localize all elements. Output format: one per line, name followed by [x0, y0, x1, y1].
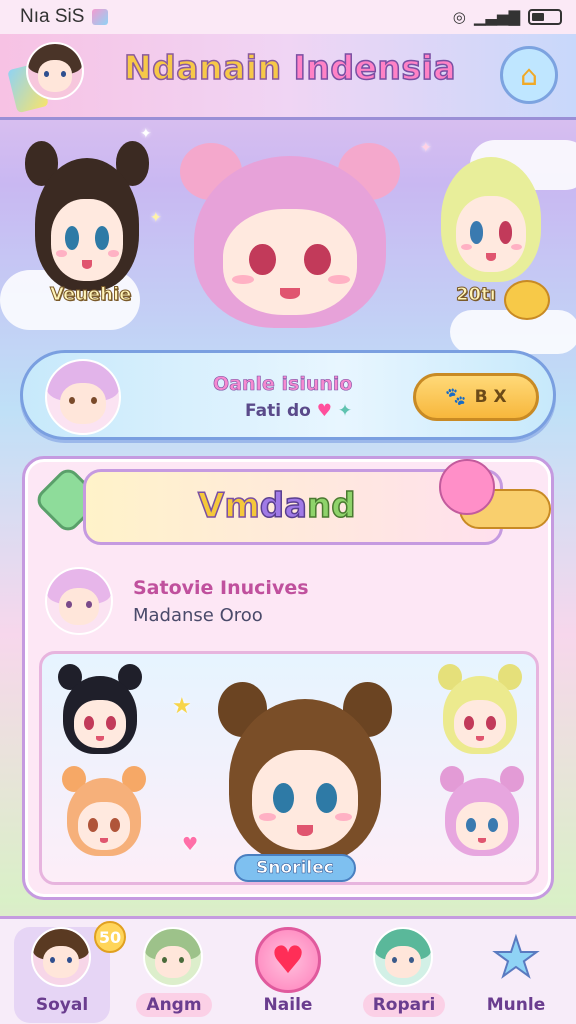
star-icon: ★ [491, 926, 541, 989]
event-banner[interactable]: Oanle isiunio Fati do ♥ ✦ 🐾 B X [20, 350, 556, 440]
banner-action-button[interactable]: 🐾 B X [413, 373, 539, 421]
app-title: Ndanain Indensia [123, 47, 457, 88]
left-character-name: Veuehie [49, 284, 132, 306]
wifi-icon: ◎ [452, 8, 466, 26]
nav-soyal-label: Soyal [35, 995, 89, 1015]
hero-section: ✦ ✦ ✦ Veuehie 20tı [0, 120, 576, 354]
character-center[interactable] [170, 130, 410, 350]
profile-row[interactable]: Satovie Inucives Madanse Oroo [41, 567, 541, 639]
nav-ropari-label: Ropari [362, 993, 446, 1017]
character-right[interactable] [428, 138, 554, 298]
signal-icon: ▁▃▅▇ [473, 8, 520, 26]
app-notification-icon [92, 9, 109, 25]
heart-icon: ♥ [255, 927, 321, 993]
bottom-nav: Soyal 50 Angm ♥ Naile Ropari ★ Munle [0, 916, 576, 1024]
banner-subtitle: Fati do ♥ ✦ [245, 401, 352, 421]
status-bar: Nıa SiS ◎ ▁▃▅▇ [0, 0, 576, 34]
nav-angm-avatar-icon [143, 927, 203, 987]
grid-character-orange-hair[interactable] [58, 766, 150, 866]
banner-avatar [45, 359, 121, 435]
grid-character-pink-hair[interactable] [436, 766, 528, 866]
nav-item-ropari[interactable]: Ropari [356, 927, 452, 1023]
main-panel: Vmdand Satovie Inucives Madanse Oroo Sno… [22, 456, 554, 900]
grid-character-blonde[interactable] [434, 664, 526, 764]
bunny-mascot [435, 453, 559, 543]
character-left[interactable] [22, 138, 152, 308]
profile-avatar [45, 567, 113, 635]
status-left-text: Nıa SiS [20, 6, 85, 27]
nav-item-soyal[interactable]: Soyal 50 [14, 921, 126, 1023]
home-icon: ⌂ [520, 58, 538, 92]
nav-munle-label: Munle [486, 995, 546, 1015]
nav-naile-label: Naile [263, 995, 313, 1015]
battery-icon [528, 9, 562, 25]
right-character-name: 20tı [456, 284, 497, 306]
logo-avatar [26, 42, 84, 100]
app-header: Ndanain Indensia ⌂ [0, 34, 576, 120]
banner-subtitle-text: Fati do [245, 401, 311, 421]
banner-button-label: B X [474, 387, 507, 407]
bear-sticker-icon [504, 280, 550, 320]
nav-item-angm[interactable]: Angm [126, 927, 222, 1023]
star-icon: ★ [172, 694, 192, 719]
sparkle-icon: ✦ [337, 401, 353, 421]
grid-character-black-hair[interactable] [54, 664, 146, 764]
banner-title: Oanle isiunio [213, 373, 353, 396]
profile-name: Satovie Inucives [133, 577, 309, 599]
character-grid: Snorilec ★ ♥ [39, 651, 539, 885]
home-button[interactable]: ⌂ [500, 46, 558, 104]
profile-subtitle: Madanse Oroo [133, 605, 263, 626]
nav-item-naile[interactable]: ♥ Naile [240, 927, 336, 1023]
small-heart-icon: ♥ [182, 834, 199, 855]
cat-icon: 🐾 [445, 387, 467, 407]
nav-ropari-avatar-icon [373, 927, 433, 987]
notification-badge: 50 [94, 921, 126, 953]
title-part-1: Ndanain [123, 47, 282, 88]
nav-soyal-avatar-icon [31, 927, 91, 987]
title-part-2: Indensia [293, 47, 457, 88]
nav-angm-label: Angm [136, 993, 212, 1017]
heart-icon: ♥ [316, 401, 332, 421]
featured-label: Snorilec [234, 854, 356, 882]
nav-item-munle[interactable]: ★ Munle [468, 927, 564, 1023]
app-logo[interactable] [7, 40, 92, 114]
featured-character[interactable] [210, 674, 400, 884]
ribbon-title: Vmdand [197, 485, 356, 527]
